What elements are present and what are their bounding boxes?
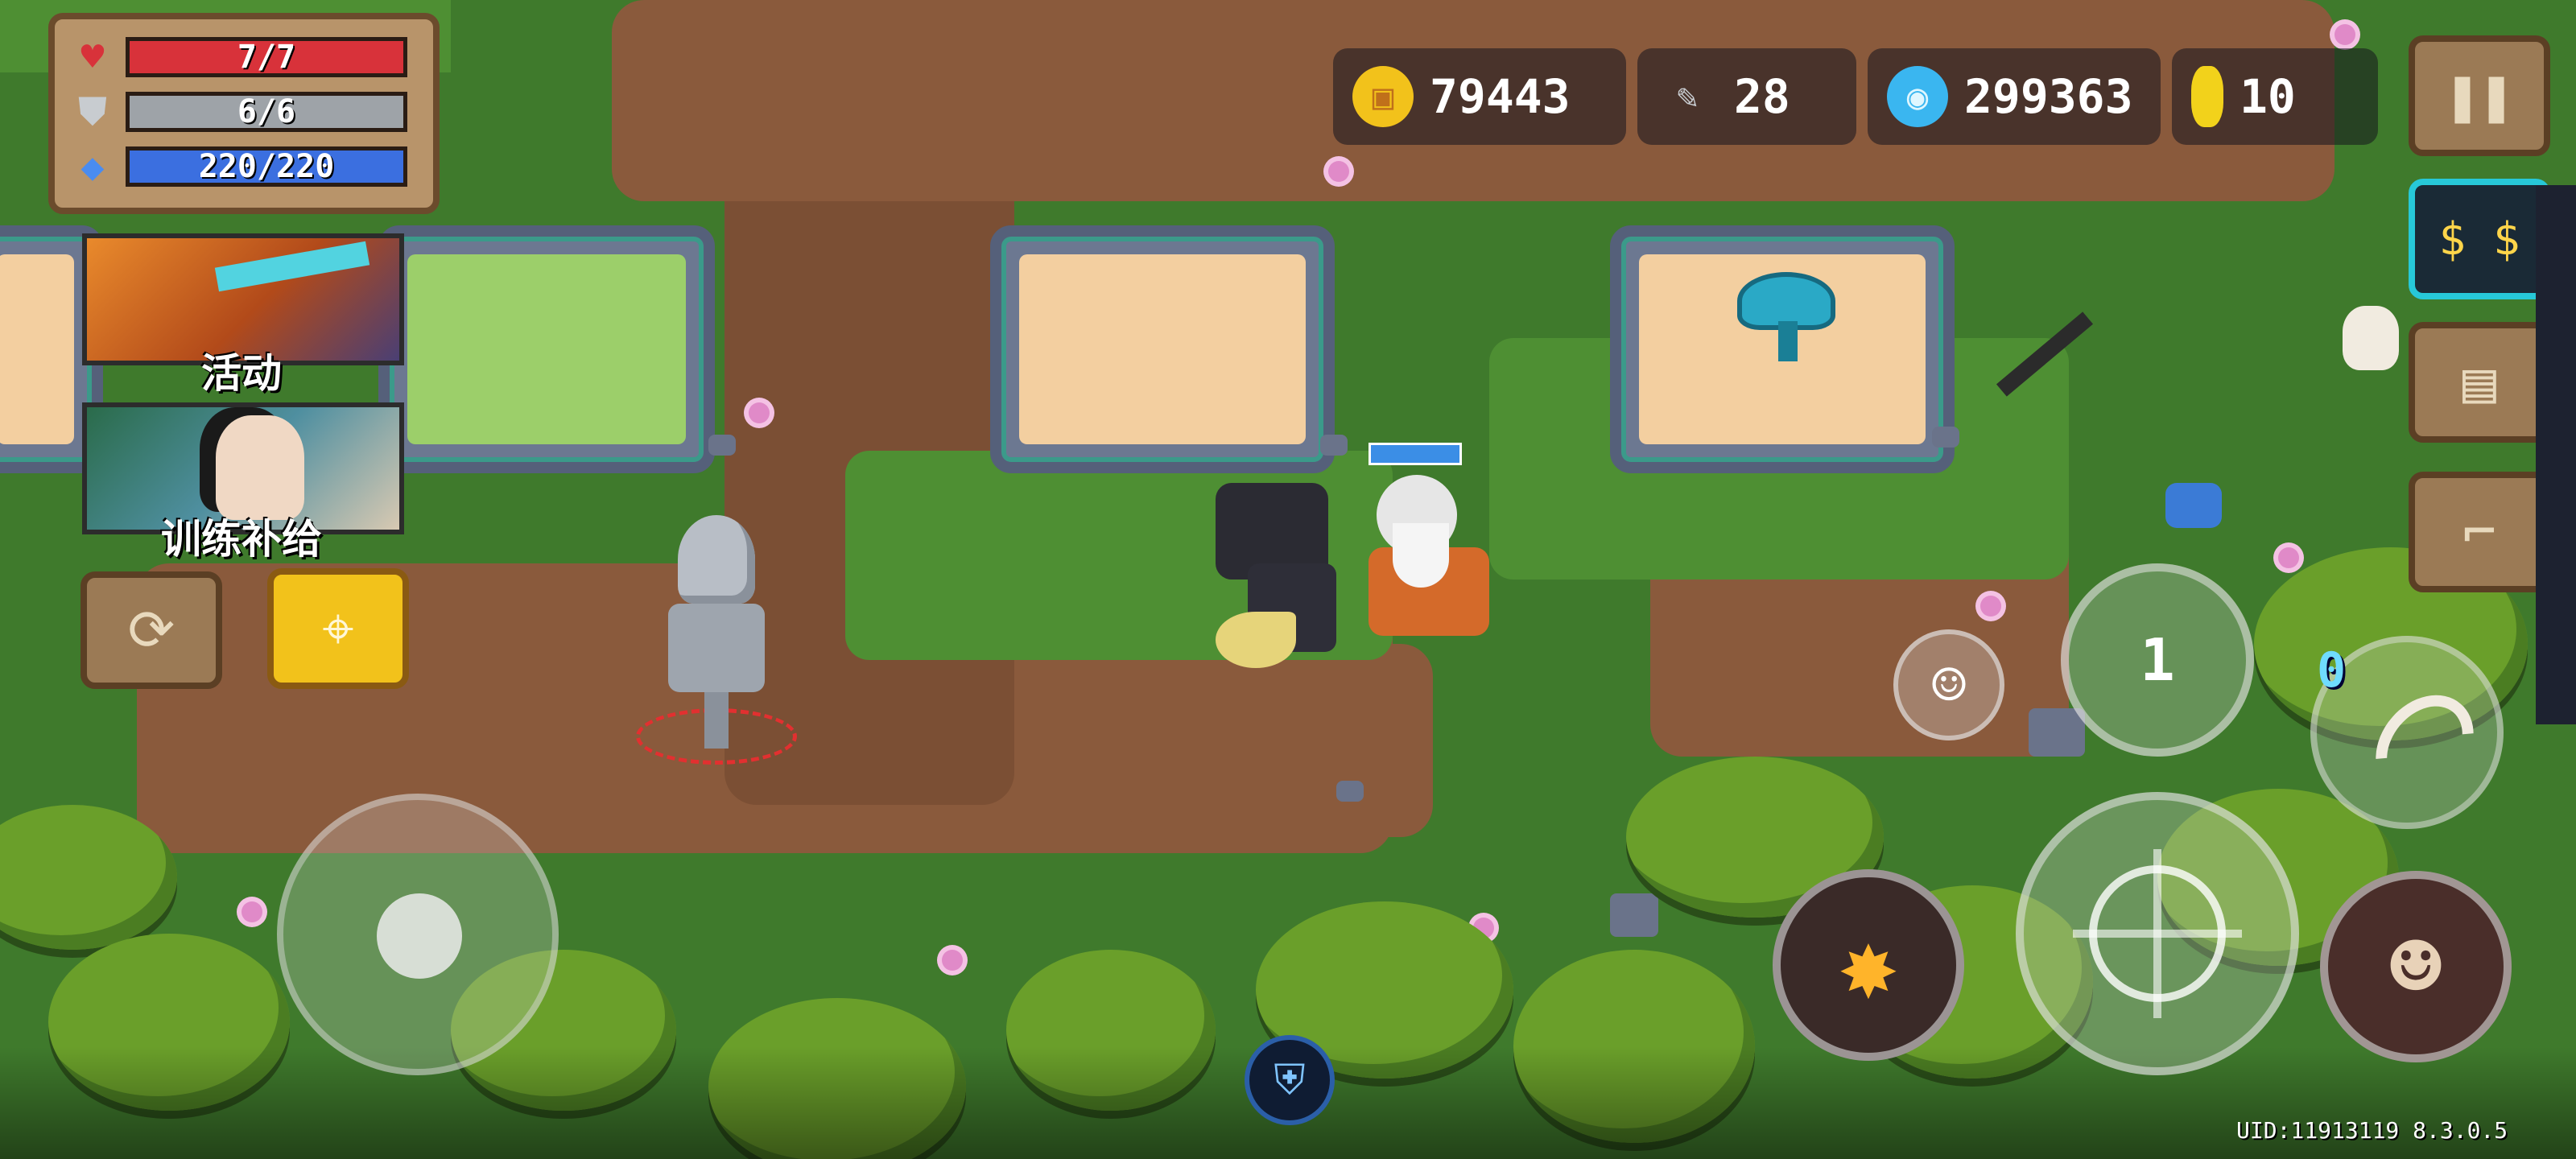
uid-version-label: UID:11913119 8.3.0.5 [2236, 1117, 2508, 1144]
special-skill-button[interactable]: ✸ [1773, 869, 1964, 1061]
character-skill-button[interactable]: ☻ [2320, 871, 2512, 1062]
npc-old-master[interactable] [1360, 443, 1513, 644]
event-label[interactable]: 活动 [201, 341, 282, 399]
gem-counter: ◉ 299363 [1868, 48, 2161, 145]
energy-bar: 220/220 [126, 146, 407, 187]
planter-empty [990, 225, 1335, 473]
token-counter: 10 [2172, 48, 2378, 145]
refresh-button[interactable]: ⟳ [80, 571, 222, 689]
event-art [214, 241, 370, 292]
shop-button[interactable]: $ $ [2409, 179, 2550, 299]
fire-skill-icon: ✸ [1839, 909, 1898, 1021]
character-portrait-icon: ☻ [2388, 915, 2443, 1018]
money-face-icon: $ $ [2438, 212, 2520, 266]
stairs-icon: ⌐ [2462, 499, 2497, 565]
pause-icon: ❚❚ [2445, 63, 2514, 129]
supply-character-art [216, 415, 304, 520]
energy-row: ◆ 220/220 [71, 143, 425, 190]
pause-button[interactable]: ❚❚ [2409, 35, 2550, 156]
weapon-ammo-count: 0 [2317, 642, 2347, 699]
gem-icon: ◉ [1887, 66, 1948, 127]
buff-badge[interactable]: ⛨ [1245, 1035, 1335, 1125]
token-icon [2191, 66, 2223, 127]
coin-icon: ▣ [1352, 66, 1414, 127]
crosshair-icon [2073, 849, 2242, 1018]
weapon-swap-button[interactable]: 0 [2310, 636, 2504, 829]
skill-swap-button[interactable]: 1 [2061, 563, 2254, 757]
movement-joystick[interactable] [277, 794, 559, 1075]
fish-amount: 28 [1734, 69, 1790, 124]
stairs-button[interactable]: ⌐ [2409, 472, 2550, 592]
health-bar: 7/7 [126, 37, 407, 77]
watering-can-prop[interactable] [2165, 483, 2222, 528]
profile-button[interactable]: ▤ [2409, 322, 2550, 443]
shield-icon: ⛊ [77, 89, 107, 134]
fish-counter: ✎ 28 [1637, 48, 1856, 145]
player-stats-panel: ♥ 7/7 ⛊ 6/6 ◆ 220/220 [48, 13, 440, 214]
location-pin-icon: ⌖ [322, 595, 354, 662]
fish-icon: ✎ [1676, 76, 1699, 118]
health-row: ♥ 7/7 [71, 34, 425, 80]
health-text: 7/7 [237, 39, 296, 76]
heart-icon: ♥ [80, 35, 105, 80]
diamond-icon: ◆ [80, 144, 105, 189]
armor-text: 6/6 [237, 93, 296, 130]
gold-counter: ▣ 79443 [1333, 48, 1626, 145]
gem-amount: 299363 [1964, 69, 2133, 124]
planter-mushroom [1610, 225, 1955, 473]
energy-text: 220/220 [198, 148, 335, 185]
currency-bar: ▣ 79443 ✎ 28 ◉ 299363 10 [1333, 48, 2378, 145]
skill-cooldown-count: 1 [2140, 626, 2175, 694]
armor-bar: 6/6 [126, 92, 407, 132]
seed-bag-prop[interactable] [2343, 306, 2399, 370]
token-amount: 10 [2240, 69, 2296, 124]
weapon-claw-icon [2355, 675, 2494, 817]
player-knight [1199, 467, 1360, 692]
gold-amount: 79443 [1430, 69, 1571, 124]
training-supply-label[interactable]: 训练补给 [161, 507, 322, 565]
shield-badge-icon: ⛨ [1274, 1055, 1306, 1104]
attack-button[interactable] [2016, 792, 2299, 1075]
training-dummy[interactable] [636, 515, 797, 765]
joystick-knob[interactable] [377, 893, 462, 979]
emote-button[interactable]: ☺ [1893, 629, 2004, 740]
right-edge-strip [2536, 185, 2576, 724]
armor-row: ⛊ 6/6 [71, 89, 425, 135]
planter-grass [378, 225, 715, 473]
refresh-icon: ⟳ [127, 597, 175, 663]
profile-card-icon: ▤ [2462, 349, 2497, 415]
location-button[interactable]: ⌖ [267, 568, 409, 689]
smiley-icon: ☺ [1931, 651, 1967, 719]
